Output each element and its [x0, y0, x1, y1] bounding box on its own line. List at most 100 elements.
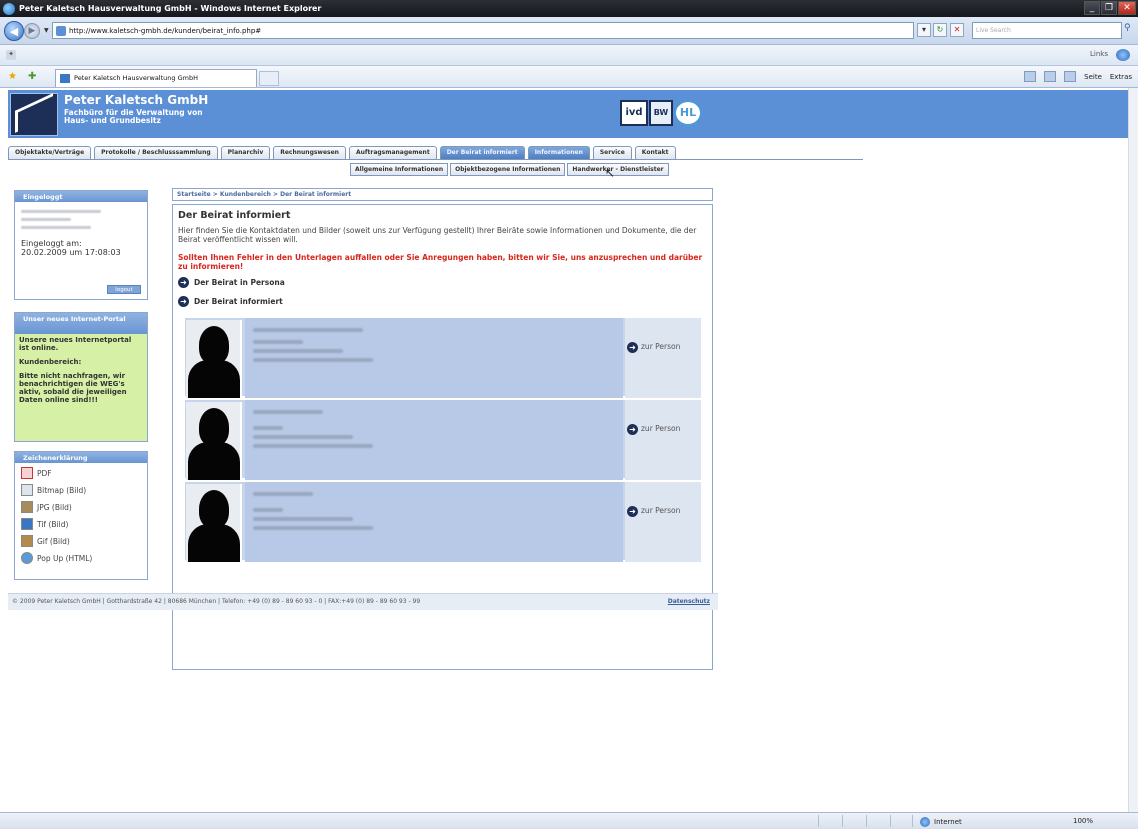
login-time-label: Eingeloggt am: [21, 239, 82, 248]
warning-text: Sollten Ihnen Fehler in den Unterlagen a… [178, 253, 703, 271]
ie-logo-icon [3, 2, 15, 15]
person-card: ➜ zur Person [185, 400, 701, 480]
zur-person-link[interactable]: ➜ zur Person [625, 318, 701, 398]
legend-label: Pop Up (HTML) [37, 553, 93, 563]
person-photo-placeholder [186, 402, 242, 480]
ie-globe-icon[interactable] [1116, 49, 1130, 61]
link-label: Der Beirat in Persona [194, 278, 285, 287]
portal-box: Unser neues Internet-Portal Unsere neues… [14, 312, 148, 442]
status-bar: Internet 100% [0, 812, 1138, 829]
tab-bar: ★ ✚ Peter Kaletsch Hausverwaltung GmbH S… [0, 66, 1138, 88]
feeds-icon[interactable] [1044, 71, 1057, 82]
legend-label: Gif (Bild) [37, 536, 70, 546]
portal-box-title: Unser neues Internet-Portal [15, 313, 147, 334]
maximize-button[interactable]: ❐ [1101, 1, 1117, 15]
nav-auftragsmanagement[interactable]: Auftragsmanagement [348, 146, 437, 159]
forward-button[interactable]: ▶ [24, 23, 40, 39]
pdf-icon [21, 467, 33, 479]
zur-person-link[interactable]: ➜ zur Person [625, 482, 701, 562]
nav-objektakte[interactable]: Objektakte/Verträge [8, 146, 92, 159]
subnav-handwerker[interactable]: Handwerker - Dienstleister [567, 163, 669, 176]
intro-text: Hier finden Sie die Kontaktdaten und Bil… [178, 226, 697, 244]
links-toolbar[interactable]: Links [1090, 50, 1108, 58]
footer: © 2009 Peter Kaletsch GmbH | Gotthardstr… [8, 594, 718, 610]
add-favorites-icon[interactable]: ✚ [28, 71, 36, 82]
zoom-level[interactable]: 100% [1073, 817, 1093, 825]
ivd-logo: ivd [620, 100, 648, 126]
print-icon[interactable] [1064, 71, 1077, 82]
nav-kontakt[interactable]: Kontakt [634, 146, 676, 159]
feed-icon[interactable]: ✦ [6, 50, 16, 60]
redacted-text [21, 226, 91, 229]
gif-icon [21, 535, 33, 547]
nav-rechnungswesen[interactable]: Rechnungswesen [273, 146, 346, 159]
arrow-right-icon: ➜ [627, 506, 638, 517]
page-viewport: Peter Kaletsch GmbH Fachbüro für die Ver… [0, 88, 1128, 812]
stop-icon[interactable]: ✕ [950, 23, 964, 37]
zur-person-link[interactable]: ➜ zur Person [625, 400, 701, 480]
search-input[interactable]: Live Search [972, 22, 1122, 39]
association-logos: ivd BW HL [620, 100, 702, 126]
popup-icon [21, 552, 33, 564]
login-time: Eingeloggt am: 20.02.2009 um 17:08:03 [15, 239, 147, 257]
command-bar: ✦ Links [0, 45, 1138, 66]
nav-informationen[interactable]: Informationen [527, 146, 590, 159]
page-icon [56, 25, 66, 36]
portal-text-notice: Bitte nicht nachfragen, wir benachrichti… [19, 372, 127, 404]
arrow-right-icon: ➜ [627, 342, 638, 353]
nav-service[interactable]: Service [592, 146, 632, 159]
site-subtitle-line2: Haus- und Grundbesitz [64, 116, 161, 125]
legend-item: Gif (Bild) [21, 535, 147, 547]
favorites-star-icon[interactable]: ★ [8, 71, 17, 82]
bwe-logo: BW [649, 100, 673, 126]
legend-item: Tif (Bild) [21, 518, 147, 530]
login-time-value: 20.02.2009 um 17:08:03 [21, 248, 121, 257]
nav-protokolle[interactable]: Protokolle / Beschlusssammlung [94, 146, 218, 159]
person-photo-placeholder [186, 484, 242, 562]
minimize-button[interactable]: _ [1084, 1, 1100, 15]
arrow-right-icon: ➜ [178, 277, 189, 288]
person-card: ➜ zur Person [185, 482, 701, 562]
home-icon[interactable] [1024, 71, 1037, 82]
breadcrumb[interactable]: Startseite > Kundenbereich > Der Beirat … [172, 188, 713, 201]
url-dropdown-icon[interactable]: ▾ [917, 23, 931, 37]
url-text: http://www.kaletsch-gmbh.de/kunden/beira… [69, 26, 262, 35]
extras-menu[interactable]: Extras [1110, 73, 1132, 81]
nav-beirat[interactable]: Der Beirat informiert [439, 146, 525, 159]
sub-navigation: Allgemeine Informationen Objektbezogene … [350, 163, 669, 176]
nav-planarchiv[interactable]: Planarchiv [220, 146, 271, 159]
portal-text-kundenbereich: Kundenbereich: [19, 358, 82, 366]
search-icon[interactable]: ⚲ [1124, 23, 1136, 37]
refresh-icon[interactable]: ↻ [933, 23, 947, 37]
internet-zone-icon [920, 817, 930, 827]
security-zone: Internet [920, 817, 962, 827]
legend-label: Bitmap (Bild) [37, 485, 87, 495]
legend-item: PDF [21, 467, 147, 479]
link-beirat-persona[interactable]: ➜ Der Beirat in Persona [178, 277, 285, 288]
tab-favicon-icon [60, 74, 70, 83]
person-info-redacted [245, 482, 623, 562]
zur-person-label: zur Person [641, 342, 681, 351]
person-info-redacted [245, 318, 623, 398]
close-button[interactable]: ✕ [1118, 1, 1136, 15]
subnav-objektbezogene[interactable]: Objektbezogene Informationen [450, 163, 566, 176]
legend-item: JPG (Bild) [21, 501, 147, 513]
link-beirat-informiert[interactable]: ➜ Der Beirat informiert [178, 296, 283, 307]
logout-button[interactable]: logout [107, 285, 141, 294]
subnav-allgemeine[interactable]: Allgemeine Informationen [350, 163, 449, 176]
jpg-icon [21, 501, 33, 513]
page-menu[interactable]: Seite [1084, 73, 1102, 81]
history-dropdown-icon[interactable]: ▼ [44, 27, 49, 34]
vertical-scrollbar[interactable] [1128, 88, 1138, 812]
house-logo-icon[interactable] [10, 93, 58, 136]
portal-text-online: Unsere neues Internetportal ist online. [19, 336, 132, 352]
url-input[interactable]: http://www.kaletsch-gmbh.de/kunden/beira… [52, 22, 914, 39]
privacy-link[interactable]: Datenschutz [668, 598, 710, 605]
address-bar: ◀ ▶ ▼ http://www.kaletsch-gmbh.de/kunden… [0, 17, 1138, 45]
new-tab-button[interactable] [259, 71, 279, 86]
bitmap-icon [21, 484, 33, 496]
login-box-title: Eingeloggt [15, 191, 147, 202]
back-button[interactable]: ◀ [4, 21, 24, 41]
zur-person-label: zur Person [641, 506, 681, 515]
browser-tab[interactable]: Peter Kaletsch Hausverwaltung GmbH [55, 69, 257, 87]
